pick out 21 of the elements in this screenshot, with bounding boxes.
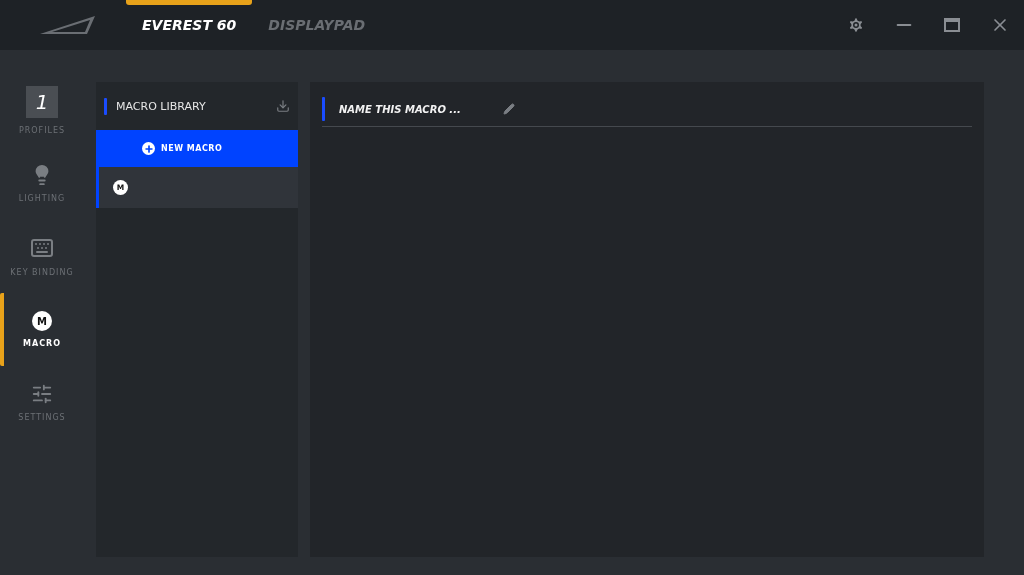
accent-bar [104,97,107,115]
nav-label: MACRO [23,339,61,348]
keyboard-icon [30,236,54,260]
new-macro-button[interactable]: NEW MACRO [96,130,298,167]
logo-icon [40,15,96,35]
nav-label: LIGHTING [18,194,66,203]
library-title: MACRO LIBRARY [116,99,207,113]
accent-bar [322,97,325,121]
device-tab[interactable]: EVEREST 60 [126,0,253,50]
macro-name-field[interactable]: NAME THIS MACRO ... [337,102,491,116]
macro-icon: M [32,311,52,331]
pencil-icon[interactable] [503,103,515,115]
sliders-icon [31,383,53,405]
nav-item[interactable]: 1 PROFILES [0,74,80,147]
nav-label: KEY BINDING [10,268,74,277]
nav-item[interactable]: M MACRO [0,293,80,366]
plus-icon [142,142,155,155]
download-icon[interactable] [276,99,290,113]
nav-label: PROFILES [18,126,66,135]
nav-label: SETTINGS [18,413,66,422]
profile-number: 1 [26,86,58,118]
